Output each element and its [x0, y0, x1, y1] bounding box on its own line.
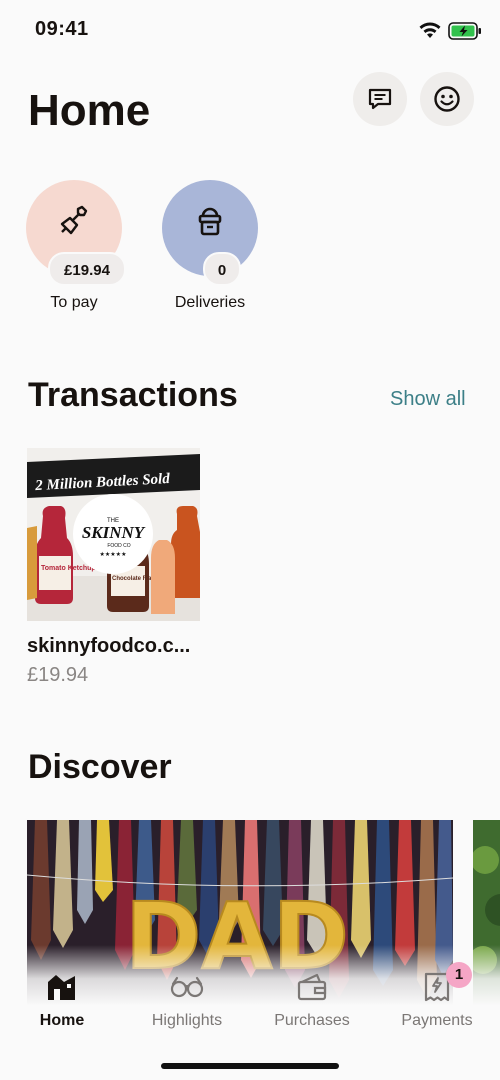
- to-pay-shortcut[interactable]: £19.94 To pay: [26, 180, 126, 312]
- tab-home-label: Home: [39, 1012, 85, 1029]
- tab-highlights-label: Highlights: [151, 1012, 223, 1029]
- transactions-title: Transactions: [28, 376, 238, 414]
- profile-button[interactable]: [420, 72, 474, 126]
- broom-icon: [60, 205, 88, 235]
- deliveries-shortcut[interactable]: 0 Deliveries: [162, 180, 258, 312]
- bottle-1-label: Tomato Ketchup: [41, 565, 96, 572]
- tab-highlights[interactable]: Highlights: [132, 970, 242, 1030]
- to-pay-circle: £19.94: [26, 180, 126, 286]
- home-icon: [48, 975, 75, 1000]
- page-title: Home: [28, 86, 151, 135]
- messages-button[interactable]: [353, 72, 407, 126]
- product-photo: 2 Million Bottles Sold Tomato Ketchup Ch…: [27, 448, 200, 621]
- logo-main: SKINNY: [82, 523, 146, 542]
- tab-payments-label: Payments: [401, 1012, 473, 1029]
- deliveries-circle: 0: [162, 180, 258, 286]
- logo-stars: ★★★★★: [100, 551, 127, 558]
- deliveries-label: Deliveries: [174, 294, 246, 311]
- tab-purchases-label: Purchases: [274, 1012, 350, 1029]
- wallet-icon: [297, 973, 327, 1001]
- show-all-link[interactable]: Show all: [390, 388, 466, 411]
- status-bar: 09:41: [0, 0, 500, 60]
- discover-title: Discover: [28, 748, 172, 786]
- tab-bar: Home Highlights Purchases 1 Payments: [0, 945, 500, 1080]
- home-indicator: [161, 1063, 339, 1069]
- to-pay-label: To pay: [50, 294, 98, 311]
- deliveries-count: 0: [203, 252, 241, 286]
- battery-icon: [448, 22, 481, 40]
- delivery-box-icon: [198, 207, 222, 236]
- logo-sub: FOOD CO: [107, 543, 130, 549]
- transaction-amount: £19.94: [27, 664, 89, 686]
- transaction-card[interactable]: 2 Million Bottles Sold Tomato Ketchup Ch…: [27, 448, 200, 687]
- merchant-image: 2 Million Bottles Sold Tomato Ketchup Ch…: [27, 448, 200, 621]
- wifi-icon: [419, 22, 441, 38]
- smiley-icon: [434, 86, 460, 112]
- tab-home[interactable]: Home: [7, 970, 117, 1030]
- to-pay-amount: £19.94: [48, 252, 126, 286]
- glasses-icon: [170, 976, 204, 998]
- merchant-name: skinnyfoodco.c...: [27, 635, 191, 657]
- message-icon: [368, 88, 392, 110]
- status-time: 09:41: [35, 18, 89, 40]
- tab-purchases[interactable]: Purchases: [257, 970, 367, 1030]
- tab-payments[interactable]: 1 Payments: [382, 962, 492, 1030]
- payments-badge: 1: [446, 962, 472, 988]
